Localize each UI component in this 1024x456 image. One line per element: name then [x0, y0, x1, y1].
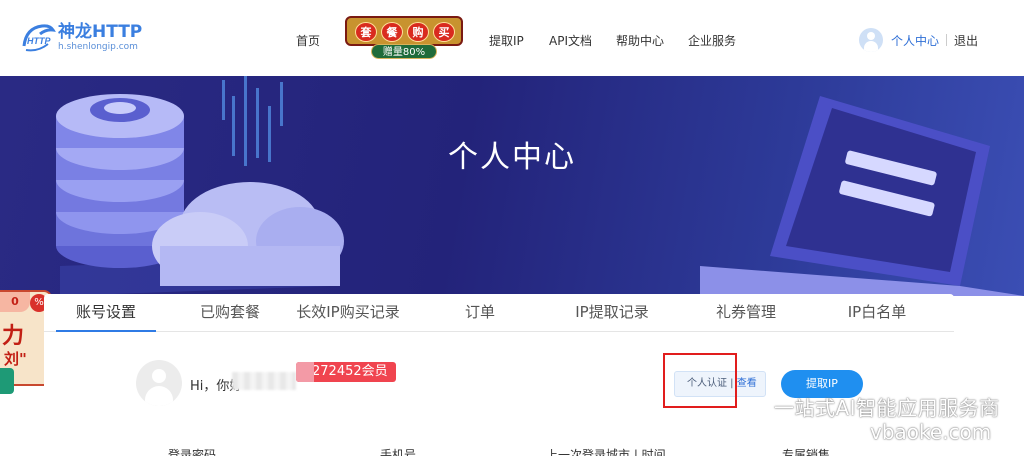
hero-banner: 个人中心	[0, 76, 1024, 296]
banner-illustration	[56, 76, 1024, 296]
member-badge: 272452会员	[296, 362, 396, 382]
laptop-icon	[700, 96, 1024, 296]
promo-percent: 0	[0, 292, 30, 312]
nav-help-center[interactable]: 帮助中心	[616, 32, 664, 49]
package-promo-banner[interactable]: 套 餐 购 买 赠量80%	[345, 16, 463, 60]
promo-sub: 赠量80%	[371, 44, 437, 59]
promo-small-text: 刘"	[4, 350, 27, 368]
profile-avatar[interactable]	[136, 360, 182, 406]
info-label-phone: 手机号	[380, 448, 417, 456]
nav-home[interactable]: 首页	[296, 32, 320, 49]
tab-account-settings[interactable]: 账号设置	[56, 294, 156, 332]
promo-char: 买	[433, 22, 455, 42]
tab-coupons[interactable]: 礼券管理	[704, 294, 788, 332]
member-badge-label: 272452会员	[312, 364, 388, 379]
user-avatar-icon[interactable]	[859, 28, 883, 52]
brand-name: 神龙HTTP	[58, 22, 143, 42]
user-center-link[interactable]: 个人中心	[891, 32, 939, 49]
info-label-last-login: 上一次登录城市 | 时间	[546, 448, 666, 456]
verify-view-link[interactable]: 查看	[737, 378, 757, 389]
nav-enterprise[interactable]: 企业服务	[688, 32, 736, 49]
nav-extract-ip[interactable]: 提取IP	[489, 32, 524, 49]
account-tabs: 账号设置 已购套餐 长效IP购买记录 订单 IP提取记录 礼券管理 IP白名单	[44, 294, 954, 332]
promo-char: 餐	[381, 22, 403, 42]
logout-link[interactable]: 退出	[954, 32, 978, 49]
divider	[946, 34, 948, 46]
nav-api-docs[interactable]: API文档	[549, 32, 592, 49]
blurred-username	[232, 372, 296, 390]
tab-purchased-packages[interactable]: 已购套餐	[176, 294, 284, 332]
tab-longterm-ip-records[interactable]: 长效IP购买记录	[284, 294, 412, 332]
user-menu: 个人中心 退出	[859, 28, 978, 52]
page-title: 个人中心	[448, 140, 576, 175]
promo-char: 套	[355, 22, 377, 42]
brand-domain: h.shenlongip.com	[58, 42, 138, 52]
tab-ip-extract-records[interactable]: IP提取记录	[562, 294, 662, 332]
watermark-line1: 一站式AI智能应用服务商	[774, 396, 1000, 420]
annotation-highlight-box	[663, 353, 737, 408]
logo-mark-text: HTTP	[27, 36, 51, 46]
tab-orders[interactable]: 订单	[444, 294, 516, 332]
top-navbar: HTTP 神龙HTTP h.shenlongip.com 首页 套 餐 购 买 …	[0, 0, 1024, 76]
brand-logo[interactable]: HTTP 神龙HTTP h.shenlongip.com	[20, 20, 142, 56]
tab-ip-whitelist[interactable]: IP白名单	[840, 294, 914, 332]
promo-big-text: 力	[2, 324, 25, 349]
logo-dragon-icon: HTTP	[20, 20, 56, 56]
promo-char: 购	[407, 22, 429, 42]
info-label-sales: 专属销售	[782, 448, 831, 456]
floating-tab[interactable]	[0, 368, 14, 394]
info-label-password: 登录密码	[168, 448, 217, 456]
watermark-line2: vbaoke.com	[870, 420, 992, 444]
